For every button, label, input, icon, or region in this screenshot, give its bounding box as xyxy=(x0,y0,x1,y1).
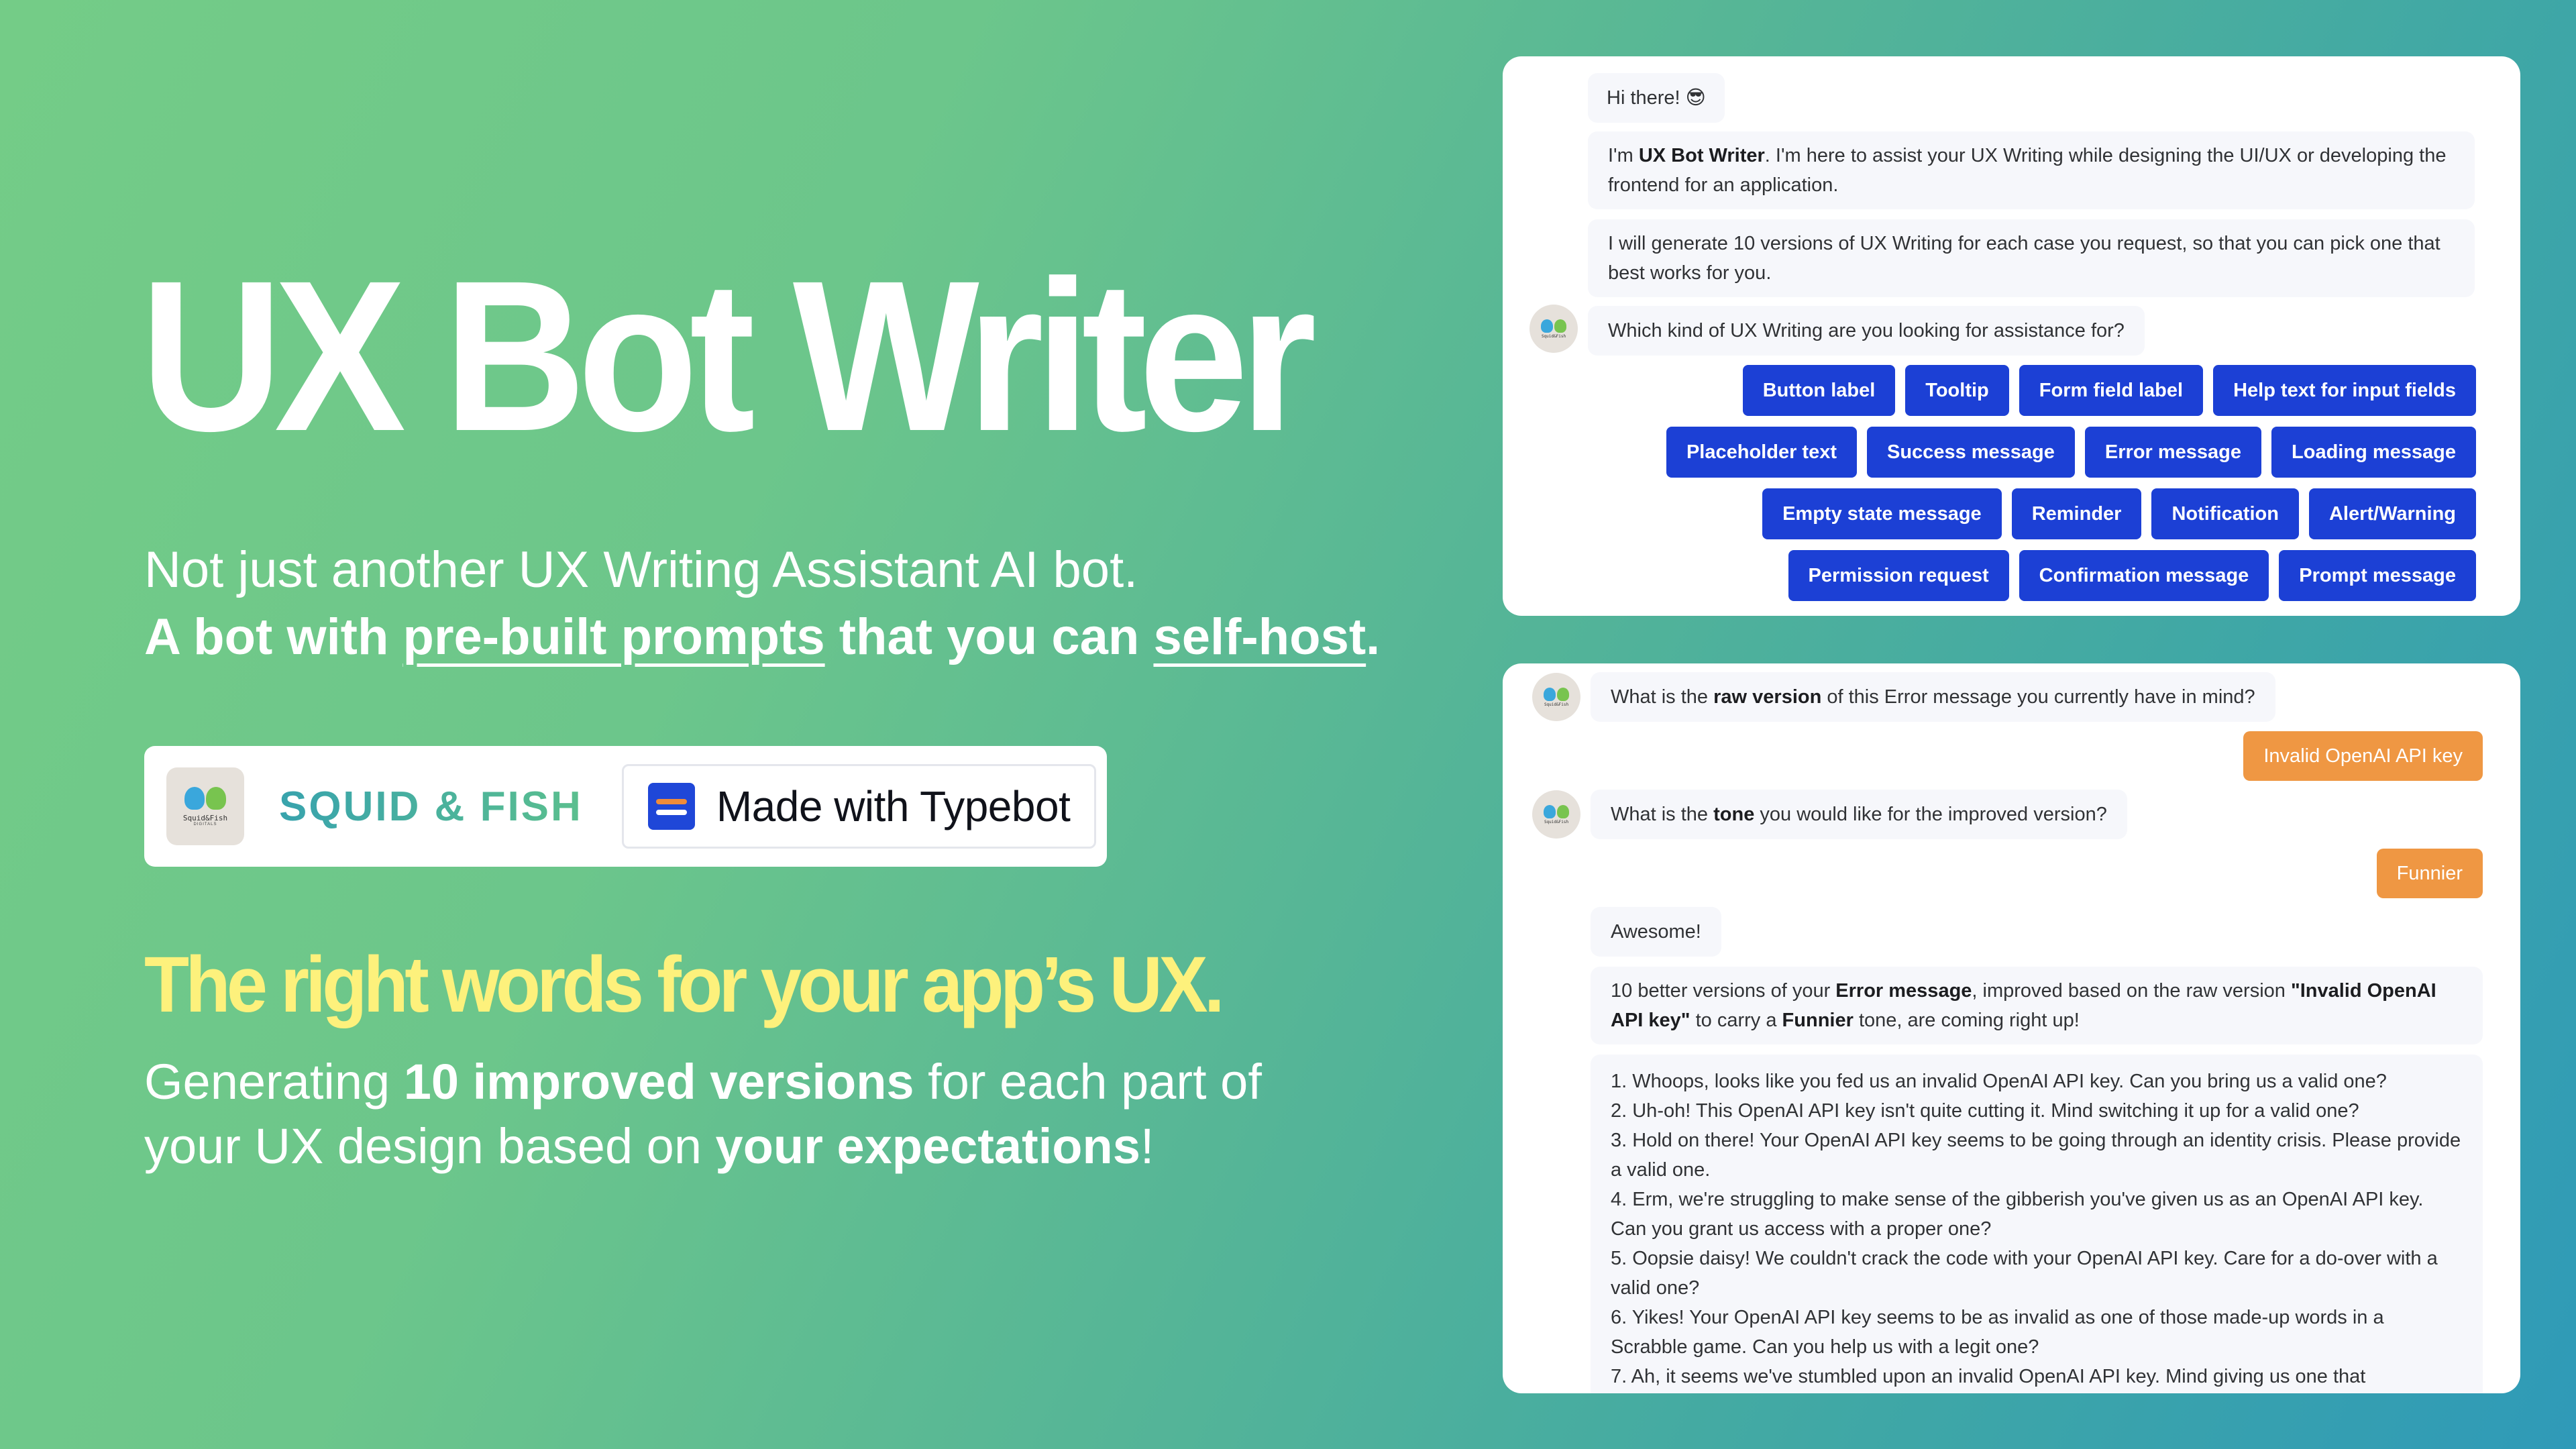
awesome-bubble: Awesome! xyxy=(1591,907,1721,957)
choice-permission-request[interactable]: Permission request xyxy=(1788,550,2009,601)
choice-empty-state-message[interactable]: Empty state message xyxy=(1762,488,2002,539)
choice-help-text[interactable]: Help text for input fields xyxy=(2213,365,2476,416)
made-with-typebot-badge[interactable]: Made with Typebot xyxy=(621,764,1097,849)
subtitle: Not just another UX Writing Assistant AI… xyxy=(144,537,1380,671)
brand-bar: Squid&Fish DIGITALS SQUID & FISH Made wi… xyxy=(144,746,1107,867)
choice-error-message[interactable]: Error message xyxy=(2084,427,2262,478)
brand-name: SQUID & FISH xyxy=(279,783,583,830)
user-answer-raw: Invalid OpenAI API key xyxy=(2243,731,2483,781)
summary-bubble: 10 better versions of your Error message… xyxy=(1591,967,2483,1044)
text-span: of this Error message you currently have… xyxy=(1821,686,2255,708)
bold-text: tone xyxy=(1713,804,1755,825)
choice-row: Button label Tooltip Form field label He… xyxy=(1742,365,2476,416)
bot-avatar: Squid&Fish xyxy=(1529,305,1578,353)
choice-buttons: Button label Tooltip Form field label He… xyxy=(1666,365,2476,601)
bot-avatar: Squid&Fish xyxy=(1532,790,1580,839)
choice-form-field-label[interactable]: Form field label xyxy=(2019,365,2204,416)
choice-row: Placeholder text Success message Error m… xyxy=(1666,427,2476,478)
bold-text: raw version xyxy=(1713,686,1822,708)
promise-bubble: I will generate 10 versions of UX Writin… xyxy=(1588,219,2475,297)
choice-row: Permission request Confirmation message … xyxy=(1788,550,2476,601)
subtitle-line-2: A bot with pre-built prompts that you ca… xyxy=(144,604,1380,671)
user-answer-tone: Funnier xyxy=(2376,849,2483,898)
typebot-logo-icon xyxy=(647,783,695,830)
bold-text: UX Bot Writer xyxy=(1638,145,1765,166)
bot-message: Awesome! xyxy=(1591,907,1721,957)
squid-fish-mascot-icon xyxy=(184,786,226,810)
choice-button-label[interactable]: Button label xyxy=(1742,365,1896,416)
text-span: I'm xyxy=(1608,145,1639,166)
text-span: Generating xyxy=(144,1054,404,1110)
result-item: 3. Hold on there! Your OpenAI API key se… xyxy=(1611,1130,2461,1181)
bot-message: What is the raw version of this Error me… xyxy=(1591,672,2275,722)
text-span: What is the xyxy=(1611,804,1714,825)
bold-text: 10 improved versions xyxy=(403,1054,914,1110)
squid-fish-logo: Squid&Fish DIGITALS xyxy=(166,767,244,845)
page-title: UX Bot Writer xyxy=(140,235,1317,476)
choice-loading-message[interactable]: Loading message xyxy=(2271,427,2476,478)
bold-text: your expectations xyxy=(715,1118,1140,1174)
bot-message: I will generate 10 versions of UX Writin… xyxy=(1588,219,2475,297)
tone-question: What is the tone you would like for the … xyxy=(1591,790,2127,839)
intro-bubble: I'm UX Bot Writer. I'm here to assist yo… xyxy=(1588,131,2475,209)
bot-message: What is the tone you would like for the … xyxy=(1591,790,2127,839)
text-span: . xyxy=(1366,608,1381,665)
bot-message: 1. Whoops, looks like you fed us an inva… xyxy=(1591,1055,2483,1393)
text-span: ! xyxy=(1140,1118,1155,1174)
squid-fish-mascot-icon xyxy=(1544,687,1569,701)
tagline: The right words for your app’s UX. xyxy=(144,941,1224,1029)
choice-tooltip[interactable]: Tooltip xyxy=(1905,365,2009,416)
results-bubble: 1. Whoops, looks like you fed us an inva… xyxy=(1591,1055,2483,1393)
choice-success-message[interactable]: Success message xyxy=(1867,427,2075,478)
text-span: A bot with xyxy=(144,608,403,665)
result-item: 1. Whoops, looks like you fed us an inva… xyxy=(1611,1071,2387,1092)
avatar-label: Squid&Fish xyxy=(1541,333,1566,339)
choice-reminder[interactable]: Reminder xyxy=(2011,488,2142,539)
choice-row: Empty state message Reminder Notificatio… xyxy=(1762,488,2476,539)
text-span: 10 better versions of your xyxy=(1611,980,1836,1002)
choice-confirmation-message[interactable]: Confirmation message xyxy=(2019,550,2269,601)
question-bubble: Which kind of UX Writing are you looking… xyxy=(1588,306,2145,356)
bold-text: Funnier xyxy=(1782,1010,1854,1031)
bot-message: Hi there! 😎 xyxy=(1588,73,1725,123)
pre-built-prompts-link[interactable]: pre-built prompts xyxy=(403,608,825,665)
bot-message: 10 better versions of your Error message… xyxy=(1591,967,2483,1044)
logo-sub: DIGITALS xyxy=(193,822,217,826)
description: Generating 10 improved versions for each… xyxy=(144,1050,1352,1179)
typebot-badge-label: Made with Typebot xyxy=(716,782,1071,830)
text-span: What is the xyxy=(1611,686,1714,708)
text-span: to carry a xyxy=(1690,1010,1782,1031)
avatar-label: Squid&Fish xyxy=(1544,819,1569,824)
squid-fish-mascot-icon xyxy=(1544,804,1569,818)
bot-avatar: Squid&Fish xyxy=(1532,673,1580,721)
choice-alert-warning[interactable]: Alert/Warning xyxy=(2308,488,2476,539)
bold-text: Error message xyxy=(1835,980,1972,1002)
avatar-label: Squid&Fish xyxy=(1544,702,1569,707)
result-item: 6. Yikes! Your OpenAI API key seems to b… xyxy=(1611,1307,2384,1358)
raw-version-question: What is the raw version of this Error me… xyxy=(1591,672,2275,722)
text-span: , improved based on the raw version xyxy=(1972,980,2291,1002)
self-host-link[interactable]: self-host xyxy=(1153,608,1366,665)
chat-card-intro: Hi there! 😎 I'm UX Bot Writer. I'm here … xyxy=(1503,56,2520,616)
result-item: 2. Uh-oh! This OpenAI API key isn't quit… xyxy=(1611,1100,2359,1122)
text-span: that you can xyxy=(824,608,1154,665)
text-span: you would like for the improved version? xyxy=(1754,804,2107,825)
text-span: tone, are coming right up! xyxy=(1853,1010,2080,1031)
logo-name: Squid&Fish xyxy=(182,813,228,822)
choice-prompt-message[interactable]: Prompt message xyxy=(2279,550,2476,601)
bot-message: Which kind of UX Writing are you looking… xyxy=(1588,306,2145,356)
result-item: 7. Ah, it seems we've stumbled upon an i… xyxy=(1611,1366,2366,1387)
choice-placeholder-text[interactable]: Placeholder text xyxy=(1666,427,1857,478)
greeting-bubble: Hi there! 😎 xyxy=(1588,73,1725,123)
chat-card-conversation: Squid&Fish What is the raw version of th… xyxy=(1503,663,2520,1393)
subtitle-line-1: Not just another UX Writing Assistant AI… xyxy=(144,541,1138,598)
choice-notification[interactable]: Notification xyxy=(2151,488,2299,539)
result-item: 5. Oopsie daisy! We couldn't crack the c… xyxy=(1611,1248,2438,1299)
result-item: 4. Erm, we're struggling to make sense o… xyxy=(1611,1189,2424,1240)
bot-message: I'm UX Bot Writer. I'm here to assist yo… xyxy=(1588,131,2475,209)
squid-fish-mascot-icon xyxy=(1541,319,1566,333)
